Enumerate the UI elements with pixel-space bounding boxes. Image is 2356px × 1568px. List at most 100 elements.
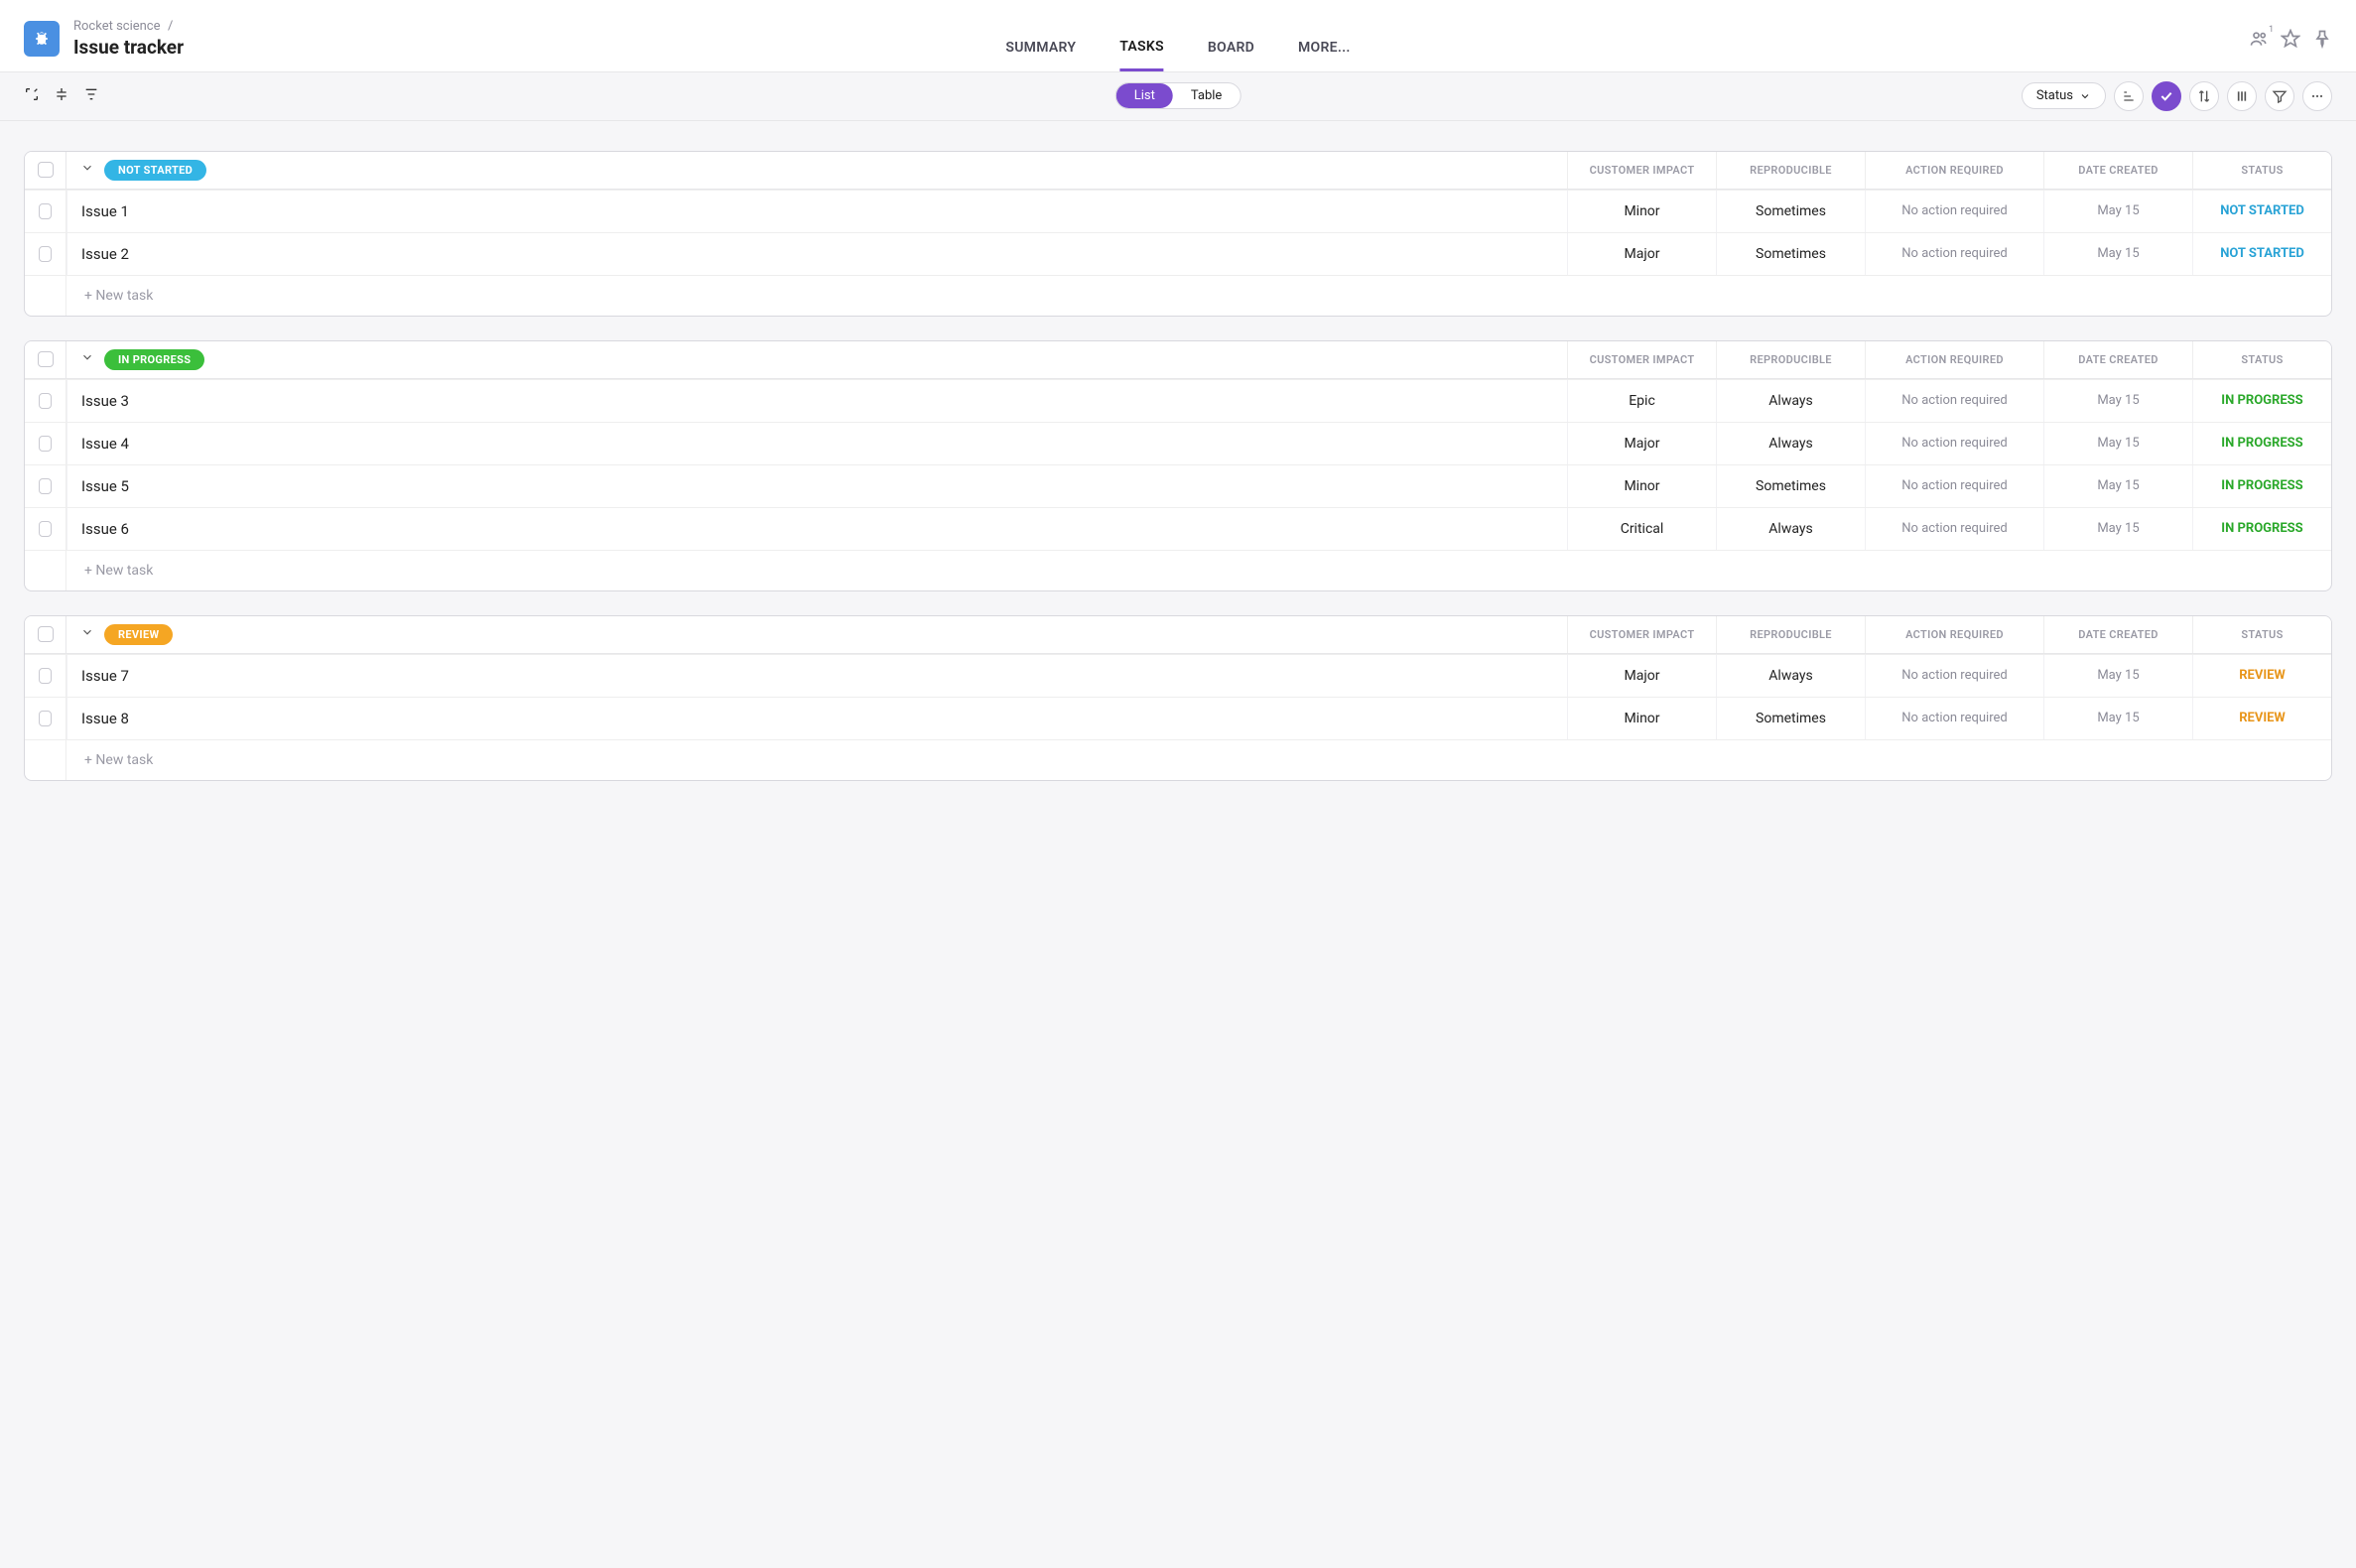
- row-checkbox[interactable]: [39, 668, 52, 684]
- filter-button[interactable]: [2265, 81, 2294, 111]
- cell-status[interactable]: IN PROGRESS: [2192, 380, 2331, 422]
- cell-action-required[interactable]: No action required: [1865, 465, 2043, 507]
- fullscreen-button[interactable]: [24, 86, 40, 106]
- cell-date-created[interactable]: May 15: [2043, 233, 2192, 275]
- cell-reproducible[interactable]: Always: [1716, 380, 1865, 422]
- task-name[interactable]: Issue 3: [66, 380, 1567, 422]
- cell-status[interactable]: IN PROGRESS: [2192, 423, 2331, 464]
- collapse-groups-button[interactable]: [54, 86, 69, 106]
- row-checkbox[interactable]: [39, 436, 52, 452]
- task-name[interactable]: Issue 7: [66, 655, 1567, 697]
- task-name[interactable]: Issue 8: [66, 698, 1567, 739]
- cell-reproducible[interactable]: Always: [1716, 423, 1865, 464]
- column-header[interactable]: ACTION REQUIRED: [1865, 152, 2043, 189]
- favorite-button[interactable]: [2281, 29, 2300, 49]
- new-task-button[interactable]: + New task: [66, 276, 2331, 316]
- task-name[interactable]: Issue 1: [66, 191, 1567, 232]
- task-row[interactable]: Issue 2MajorSometimesNo action requiredM…: [25, 232, 2331, 275]
- column-header[interactable]: ACTION REQUIRED: [1865, 341, 2043, 378]
- task-row[interactable]: Issue 3EpicAlwaysNo action requiredMay 1…: [25, 379, 2331, 422]
- task-name[interactable]: Issue 5: [66, 465, 1567, 507]
- column-header[interactable]: STATUS: [2192, 616, 2331, 653]
- row-checkbox[interactable]: [39, 521, 52, 537]
- group-select-checkbox[interactable]: [38, 626, 54, 642]
- tab-tasks[interactable]: TASKS: [1119, 31, 1164, 71]
- cell-status[interactable]: IN PROGRESS: [2192, 508, 2331, 550]
- task-row[interactable]: Issue 8MinorSometimesNo action requiredM…: [25, 697, 2331, 739]
- cell-reproducible[interactable]: Sometimes: [1716, 191, 1865, 232]
- cell-status[interactable]: IN PROGRESS: [2192, 465, 2331, 507]
- column-header[interactable]: CUSTOMER IMPACT: [1567, 616, 1716, 653]
- task-name[interactable]: Issue 6: [66, 508, 1567, 550]
- cell-customer-impact[interactable]: Epic: [1567, 380, 1716, 422]
- cell-action-required[interactable]: No action required: [1865, 698, 2043, 739]
- group-collapse-toggle[interactable]: [80, 161, 94, 179]
- cell-status[interactable]: NOT STARTED: [2192, 233, 2331, 275]
- columns-button[interactable]: [2227, 81, 2257, 111]
- row-checkbox[interactable]: [39, 393, 52, 409]
- cell-action-required[interactable]: No action required: [1865, 508, 2043, 550]
- column-header[interactable]: CUSTOMER IMPACT: [1567, 152, 1716, 189]
- cell-reproducible[interactable]: Sometimes: [1716, 465, 1865, 507]
- column-header[interactable]: ACTION REQUIRED: [1865, 616, 2043, 653]
- column-header[interactable]: REPRODUCIBLE: [1716, 616, 1865, 653]
- cell-date-created[interactable]: May 15: [2043, 423, 2192, 464]
- group-status-pill[interactable]: IN PROGRESS: [104, 349, 204, 370]
- task-name[interactable]: Issue 4: [66, 423, 1567, 464]
- group-collapse-toggle[interactable]: [80, 350, 94, 368]
- cell-date-created[interactable]: May 15: [2043, 655, 2192, 697]
- cell-status[interactable]: REVIEW: [2192, 655, 2331, 697]
- column-header[interactable]: DATE CREATED: [2043, 152, 2192, 189]
- subtasks-button[interactable]: [2114, 81, 2144, 111]
- row-checkbox[interactable]: [39, 478, 52, 494]
- cell-customer-impact[interactable]: Minor: [1567, 698, 1716, 739]
- cell-date-created[interactable]: May 15: [2043, 508, 2192, 550]
- column-header[interactable]: REPRODUCIBLE: [1716, 341, 1865, 378]
- row-checkbox[interactable]: [39, 246, 52, 262]
- cell-customer-impact[interactable]: Minor: [1567, 191, 1716, 232]
- new-task-button[interactable]: + New task: [66, 551, 2331, 590]
- task-row[interactable]: Issue 5MinorSometimesNo action requiredM…: [25, 464, 2331, 507]
- column-header[interactable]: STATUS: [2192, 152, 2331, 189]
- group-status-pill[interactable]: REVIEW: [104, 624, 173, 645]
- group-select-checkbox[interactable]: [38, 351, 54, 367]
- view-list[interactable]: List: [1116, 83, 1173, 108]
- cell-customer-impact[interactable]: Major: [1567, 655, 1716, 697]
- task-row[interactable]: Issue 7MajorAlwaysNo action requiredMay …: [25, 654, 2331, 697]
- cell-action-required[interactable]: No action required: [1865, 655, 2043, 697]
- task-name[interactable]: Issue 2: [66, 233, 1567, 275]
- cell-date-created[interactable]: May 15: [2043, 191, 2192, 232]
- sort-button[interactable]: [2189, 81, 2219, 111]
- cell-customer-impact[interactable]: Minor: [1567, 465, 1716, 507]
- task-row[interactable]: Issue 1MinorSometimesNo action requiredM…: [25, 190, 2331, 232]
- column-header[interactable]: REPRODUCIBLE: [1716, 152, 1865, 189]
- column-header[interactable]: CUSTOMER IMPACT: [1567, 341, 1716, 378]
- column-header[interactable]: DATE CREATED: [2043, 341, 2192, 378]
- cell-date-created[interactable]: May 15: [2043, 380, 2192, 422]
- row-checkbox[interactable]: [39, 711, 52, 726]
- group-collapse-toggle[interactable]: [80, 625, 94, 643]
- task-row[interactable]: Issue 4MajorAlwaysNo action requiredMay …: [25, 422, 2331, 464]
- cell-action-required[interactable]: No action required: [1865, 423, 2043, 464]
- cell-reproducible[interactable]: Always: [1716, 655, 1865, 697]
- cell-status[interactable]: REVIEW: [2192, 698, 2331, 739]
- task-row[interactable]: Issue 6CriticalAlwaysNo action requiredM…: [25, 507, 2331, 550]
- cell-date-created[interactable]: May 15: [2043, 698, 2192, 739]
- column-header[interactable]: STATUS: [2192, 341, 2331, 378]
- filter-rows-button[interactable]: [83, 86, 99, 106]
- group-status-pill[interactable]: NOT STARTED: [104, 160, 206, 181]
- tab-board[interactable]: BOARD: [1208, 32, 1254, 69]
- checklist-button[interactable]: [2152, 81, 2181, 111]
- group-select-checkbox[interactable]: [38, 162, 54, 178]
- breadcrumb-parent[interactable]: Rocket science: [73, 19, 161, 34]
- cell-action-required[interactable]: No action required: [1865, 380, 2043, 422]
- more-options-button[interactable]: [2302, 81, 2332, 111]
- cell-date-created[interactable]: May 15: [2043, 465, 2192, 507]
- cell-customer-impact[interactable]: Major: [1567, 233, 1716, 275]
- cell-reproducible[interactable]: Sometimes: [1716, 698, 1865, 739]
- tab-more[interactable]: MORE...: [1298, 32, 1351, 69]
- cell-reproducible[interactable]: Sometimes: [1716, 233, 1865, 275]
- row-checkbox[interactable]: [39, 203, 52, 219]
- cell-action-required[interactable]: No action required: [1865, 191, 2043, 232]
- pin-button[interactable]: [2312, 29, 2332, 49]
